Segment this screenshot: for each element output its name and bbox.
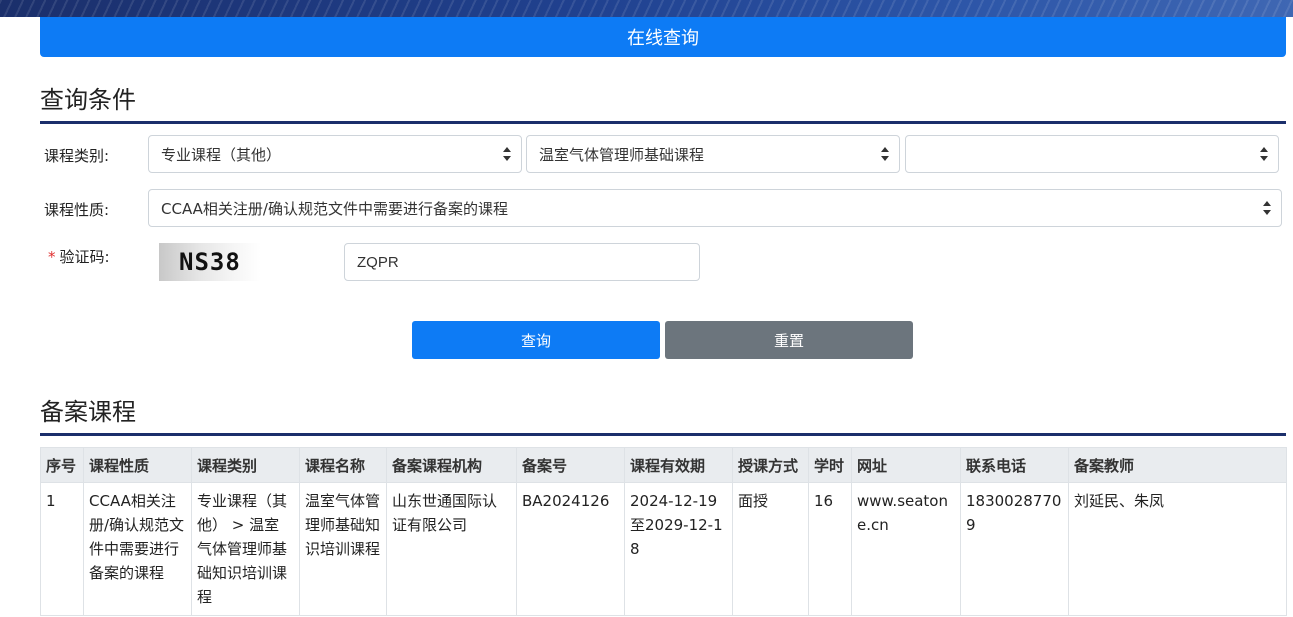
table-cell: 面授 [732, 482, 809, 616]
online-query-label: 在线查询 [627, 28, 699, 49]
table-cell: 16 [808, 482, 852, 616]
column-header: 课程名称 [299, 447, 387, 483]
column-header: 备案号 [516, 447, 625, 483]
course-category-select-2[interactable]: 温室气体管理师基础课程 [526, 135, 900, 173]
column-header: 联系电话 [960, 447, 1069, 483]
course-nature-label: 课程性质: [44, 201, 110, 219]
captcha-label: * 验证码: [48, 248, 110, 266]
table-cell: 山东世通国际认证有限公司 [386, 482, 517, 616]
select-arrows-icon [881, 147, 889, 161]
table-cell: CCAA相关注册/确认规范文件中需要进行备案的课程 [83, 482, 192, 616]
course-category-select-3[interactable] [905, 135, 1279, 173]
column-header: 备案教师 [1068, 447, 1287, 483]
records-section-title: 备案课程 [40, 392, 1286, 436]
query-button[interactable]: 查询 [412, 321, 660, 359]
table-cell: 专业课程（其他） > 温室气体管理师基础知识培训课程 [191, 482, 300, 616]
online-query-bar[interactable]: 在线查询 [40, 17, 1286, 57]
select-arrows-icon [1260, 147, 1268, 161]
required-mark: * [48, 248, 56, 266]
top-banner-strip [0, 0, 1293, 17]
captcha-input[interactable] [344, 243, 700, 281]
column-header: 授课方式 [732, 447, 809, 483]
column-header: 网址 [851, 447, 961, 483]
course-category-label: 课程类别: [44, 147, 110, 165]
captcha-image[interactable]: NS38 [159, 243, 261, 281]
query-section-title: 查询条件 [40, 80, 1286, 124]
table-cell: 1 [40, 482, 84, 616]
select-arrows-icon [1263, 201, 1271, 215]
column-header: 课程有效期 [624, 447, 733, 483]
column-header: 备案课程机构 [386, 447, 517, 483]
column-header: 课程类别 [191, 447, 300, 483]
select-arrows-icon [503, 147, 511, 161]
column-header: 课程性质 [83, 447, 192, 483]
table-header-row: 序号 课程性质 课程类别 课程名称 备案课程机构 备案号 课程有效期 授课方式 … [40, 447, 1287, 483]
table-row: 1 CCAA相关注册/确认规范文件中需要进行备案的课程 专业课程（其他） > 温… [40, 482, 1287, 616]
column-header: 学时 [808, 447, 852, 483]
table-cell: 2024-12-19至2029-12-18 [624, 482, 733, 616]
table-cell: 18300287709 [960, 482, 1069, 616]
records-table: 序号 课程性质 课程类别 课程名称 备案课程机构 备案号 课程有效期 授课方式 … [40, 447, 1287, 616]
table-cell: 温室气体管理师基础知识培训课程 [299, 482, 387, 616]
table-cell: BA2024126 [516, 482, 625, 616]
column-header: 序号 [40, 447, 84, 483]
course-category-select-1[interactable]: 专业课程（其他） [148, 135, 522, 173]
course-nature-select[interactable]: CCAA相关注册/确认规范文件中需要进行备案的课程 [148, 189, 1282, 227]
reset-button[interactable]: 重置 [665, 321, 913, 359]
table-cell: 刘延民、朱凤 [1068, 482, 1287, 616]
table-cell-link[interactable]: www.seatone.cn [851, 482, 961, 616]
